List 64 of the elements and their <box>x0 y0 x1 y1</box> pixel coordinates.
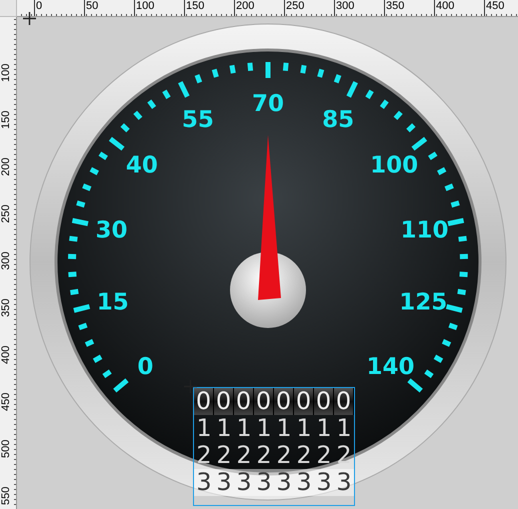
odometer-digit: 1 <box>215 415 233 442</box>
scale-label: 100 <box>370 152 418 178</box>
odometer-digit: 0 <box>254 388 274 415</box>
ruler-label: 150 <box>184 0 234 16</box>
ruler-label: 100 <box>0 62 13 82</box>
odometer-digit: 1 <box>295 415 313 442</box>
odometer-digit: 3 <box>194 469 214 496</box>
ruler-label: 300 <box>0 250 13 270</box>
scale-label: 140 <box>366 354 415 380</box>
odometer-digit: 0 <box>274 388 294 415</box>
scale-label: 85 <box>322 107 354 134</box>
ruler-label: 250 <box>0 204 13 223</box>
ruler-label: 550 <box>0 486 13 505</box>
odometer-digit: 2 <box>315 442 333 469</box>
ruler-label: 400 <box>434 0 484 16</box>
odometer-digit: 2 <box>255 442 273 469</box>
ruler-label: 450 <box>484 0 518 16</box>
odometer-digit: 2 <box>215 442 233 469</box>
odometer-digit: 0 <box>294 388 314 415</box>
scale-label: 125 <box>399 290 448 316</box>
odometer-digit: 2 <box>275 442 293 469</box>
odometer-digit: 1 <box>255 415 273 442</box>
odometer-digit: 1 <box>235 415 253 442</box>
odometer-digit: 3 <box>234 469 254 496</box>
ruler-label: 350 <box>384 0 434 16</box>
scale-label: 15 <box>96 290 129 316</box>
odometer-digit: 3 <box>294 469 314 496</box>
odometer-digit: 2 <box>235 442 253 469</box>
odometer-digit: 0 <box>314 388 334 415</box>
ruler-label: 200 <box>0 156 13 176</box>
odometer-digit: 0 <box>334 388 354 415</box>
odometer-digit: 0 <box>234 388 254 415</box>
odometer-digit: 3 <box>214 469 234 496</box>
odometer-digit: 1 <box>315 415 333 442</box>
ruler-label: 500 <box>0 438 13 458</box>
scale-label: 70 <box>252 91 284 117</box>
ruler-label: 400 <box>0 344 13 364</box>
ruler-label: 300 <box>334 0 384 16</box>
odometer-digit: 1 <box>335 415 353 442</box>
crosshair-icon <box>184 380 197 393</box>
ruler-label: 350 <box>0 298 13 317</box>
crosshair-icon <box>23 12 36 25</box>
ruler-label: 150 <box>0 110 13 129</box>
odometer-digit: 3 <box>274 469 294 496</box>
odometer-digit: 0 <box>194 388 214 415</box>
ruler-label: 450 <box>0 392 13 411</box>
odometer-digit: 1 <box>195 415 213 442</box>
odometer-digit: 2 <box>195 442 213 469</box>
odometer-digit: 2 <box>295 442 313 469</box>
scale-label: 110 <box>400 218 448 244</box>
ruler-label: 100 <box>134 0 184 16</box>
odometer-digit: 3 <box>334 469 354 496</box>
scale-label: 0 <box>137 354 154 380</box>
ruler-label: 250 <box>284 0 334 16</box>
odometer-digit: 3 <box>314 469 334 496</box>
odometer-digit: 1 <box>275 415 293 442</box>
ruler-label: 0 <box>34 0 84 16</box>
ruler-label: 200 <box>234 0 284 16</box>
ruler-label: 50 <box>84 0 134 16</box>
scale-label: 55 <box>182 107 214 134</box>
odometer-digit: 0 <box>214 388 234 415</box>
odometer-digit: 3 <box>254 469 274 496</box>
scale-label: 40 <box>126 152 158 178</box>
scale-label: 30 <box>96 218 128 244</box>
